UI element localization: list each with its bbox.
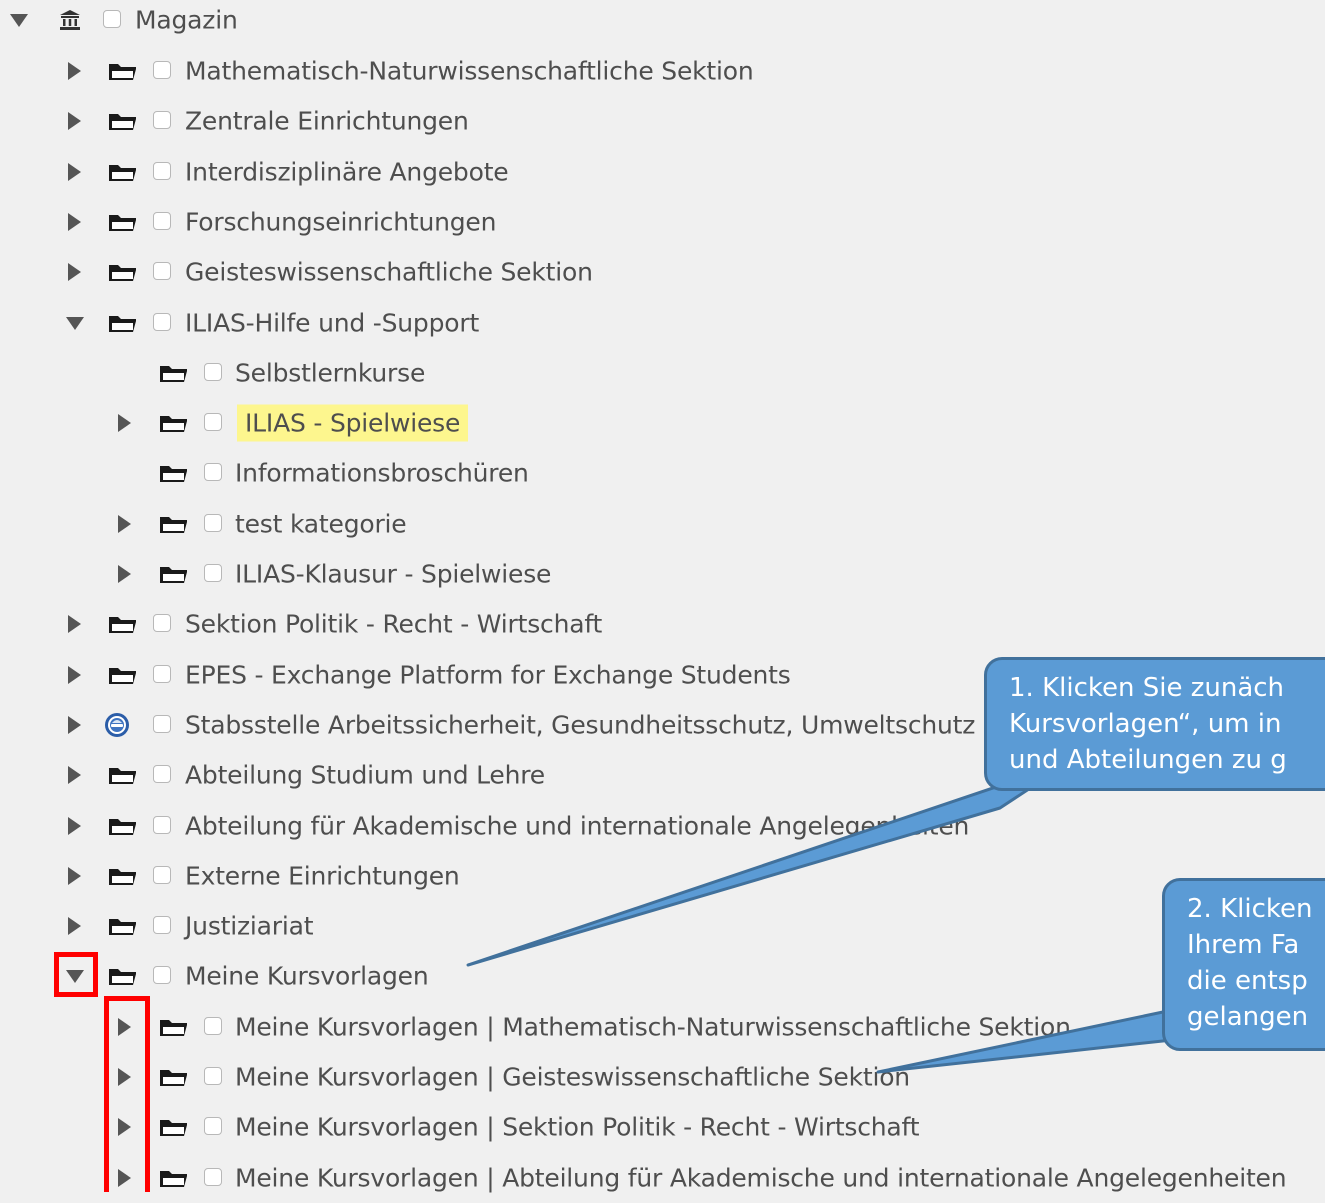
callout-pointers — [466, 760, 1222, 1074]
callout-2-line-4: gelangen — [1187, 1002, 1309, 1032]
callout-2-line-1: 2. Klicken — [1187, 894, 1313, 924]
callout-step-1: 1. Klicken Sie zunäch Kursvorlagen“, um … — [984, 657, 1325, 791]
callout-pointer-1 — [466, 760, 1072, 967]
callout-2-line-2: Ihrem Fa — [1187, 930, 1300, 960]
callout-1-line-1: 1. Klicken Sie zunäch — [1009, 673, 1285, 703]
callout-step-2: 2. Klicken Ihrem Fa die entsp gelangen — [1162, 878, 1325, 1051]
callout-1-line-2: Kursvorlagen“, um in — [1009, 709, 1282, 739]
callout-1-line-3: und Abteilungen zu g — [1009, 745, 1287, 775]
callout-2-line-3: die entsp — [1187, 966, 1308, 996]
